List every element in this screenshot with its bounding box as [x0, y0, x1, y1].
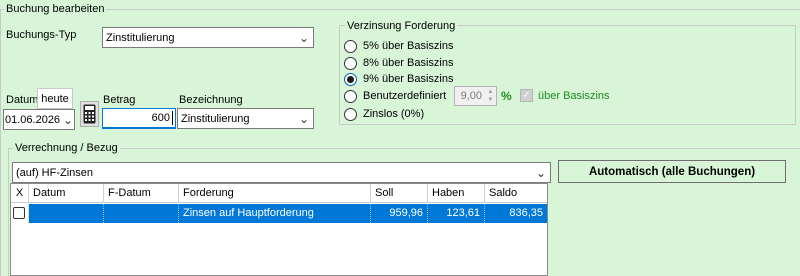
chevron-down-icon: ⌄	[535, 165, 547, 180]
chevron-down-icon: ⌄	[62, 112, 74, 127]
datum-label: Datum	[6, 94, 39, 106]
verrechnung-title: Verrechnung / Bezug	[13, 141, 120, 155]
radio-button[interactable]	[344, 89, 357, 103]
table-header: X Datum F-Datum Forderung Soll Haben Sal…	[11, 184, 547, 203]
buchungs-typ-value: Zinstitulierung	[106, 31, 175, 44]
ueber-basiszins-label: über Basiszins	[538, 90, 610, 102]
bezeichnung-value: Zinstitulierung	[181, 112, 250, 125]
column-header-datum[interactable]: Datum	[29, 184, 104, 203]
spinner-arrows-icon[interactable]: ▲ ▼	[485, 88, 496, 104]
calculator-icon	[83, 104, 96, 124]
buchungs-typ-label: Buchungs-Typ	[6, 29, 77, 41]
column-header-forderung[interactable]: Forderung	[179, 184, 371, 203]
ueber-basiszins-checkbox[interactable]: ✓	[520, 89, 533, 102]
bezug-value: (auf) HF-Zinsen	[16, 166, 94, 179]
buchung-bearbeiten-title: Buchung bearbeiten	[4, 2, 107, 16]
column-header-haben[interactable]: Haben	[428, 184, 485, 203]
betrag-label: Betrag	[103, 94, 136, 106]
radio-9-prozent[interactable]: 9% über Basiszins	[344, 72, 454, 86]
radio-benutzerdefiniert[interactable]: Benutzerdefiniert	[344, 89, 446, 103]
bezeichnung-label: Bezeichnung	[179, 94, 243, 106]
column-header-soll[interactable]: Soll	[371, 184, 428, 203]
radio-button-selected[interactable]	[344, 72, 357, 86]
cell-haben: 123,61	[428, 204, 485, 223]
radio-label: Benutzerdefiniert	[363, 90, 447, 102]
heute-button[interactable]: heute	[37, 88, 73, 109]
bezug-select[interactable]: (auf) HF-Zinsen ⌄	[12, 162, 551, 183]
grid-empty-area	[548, 183, 800, 276]
custom-rate-value: 9,00	[460, 90, 482, 102]
radio-8-prozent[interactable]: 8% über Basiszins	[344, 56, 454, 70]
verzinsung-title: Verzinsung Forderung	[345, 19, 458, 33]
radio-zinslos[interactable]: Zinslos (0%)	[344, 107, 424, 121]
automatisch-button[interactable]: Automatisch (alle Buchungen)	[558, 160, 786, 183]
row-checkbox-cell[interactable]	[11, 204, 29, 223]
radio-label: 5% über Basiszins	[363, 40, 454, 52]
column-header-f-datum[interactable]: F-Datum	[104, 184, 179, 203]
row-checkbox[interactable]	[13, 207, 25, 219]
chevron-down-icon: ⌄	[298, 111, 310, 126]
betrag-input[interactable]: 600	[102, 108, 176, 129]
calculator-button[interactable]	[80, 101, 99, 127]
cell-forderung: Zinsen auf Hauptforderung	[179, 204, 371, 223]
cell-soll: 959,96	[371, 204, 428, 223]
heute-button-label: heute	[41, 92, 69, 105]
chevron-down-icon: ⌄	[298, 30, 310, 45]
buchungs-typ-select[interactable]: Zinstitulierung ⌄	[102, 27, 314, 48]
cell-f-datum	[104, 204, 179, 223]
radio-label: 8% über Basiszins	[363, 57, 454, 69]
automatisch-button-label: Automatisch (alle Buchungen)	[588, 165, 756, 178]
betrag-value: 600	[151, 112, 170, 124]
radio-5-prozent[interactable]: 5% über Basiszins	[344, 39, 454, 53]
bezeichnung-select[interactable]: Zinstitulierung ⌄	[177, 108, 314, 129]
datum-value: 01.06.2026	[5, 113, 61, 126]
percent-sign: %	[501, 89, 512, 103]
radio-label: Zinslos (0%)	[363, 108, 425, 120]
text-caret	[172, 111, 173, 125]
cell-saldo: 836,35	[509, 207, 543, 219]
radio-button[interactable]	[344, 56, 357, 70]
column-header-x[interactable]: X	[11, 184, 29, 203]
radio-label: 9% über Basiszins	[363, 73, 454, 85]
verrechnung-table[interactable]: X Datum F-Datum Forderung Soll Haben Sal…	[10, 183, 548, 276]
datum-picker[interactable]: 01.06.2026 ⌄	[3, 109, 75, 130]
table-row[interactable]: Zinsen auf Hauptforderung 959,96 123,61 …	[11, 204, 547, 223]
custom-rate-spinner[interactable]: 9,00 ▲ ▼	[454, 86, 497, 106]
cell-datum	[29, 204, 104, 223]
column-header-saldo[interactable]: Saldo	[485, 184, 547, 203]
radio-button[interactable]	[344, 39, 357, 53]
radio-button[interactable]	[344, 107, 357, 121]
